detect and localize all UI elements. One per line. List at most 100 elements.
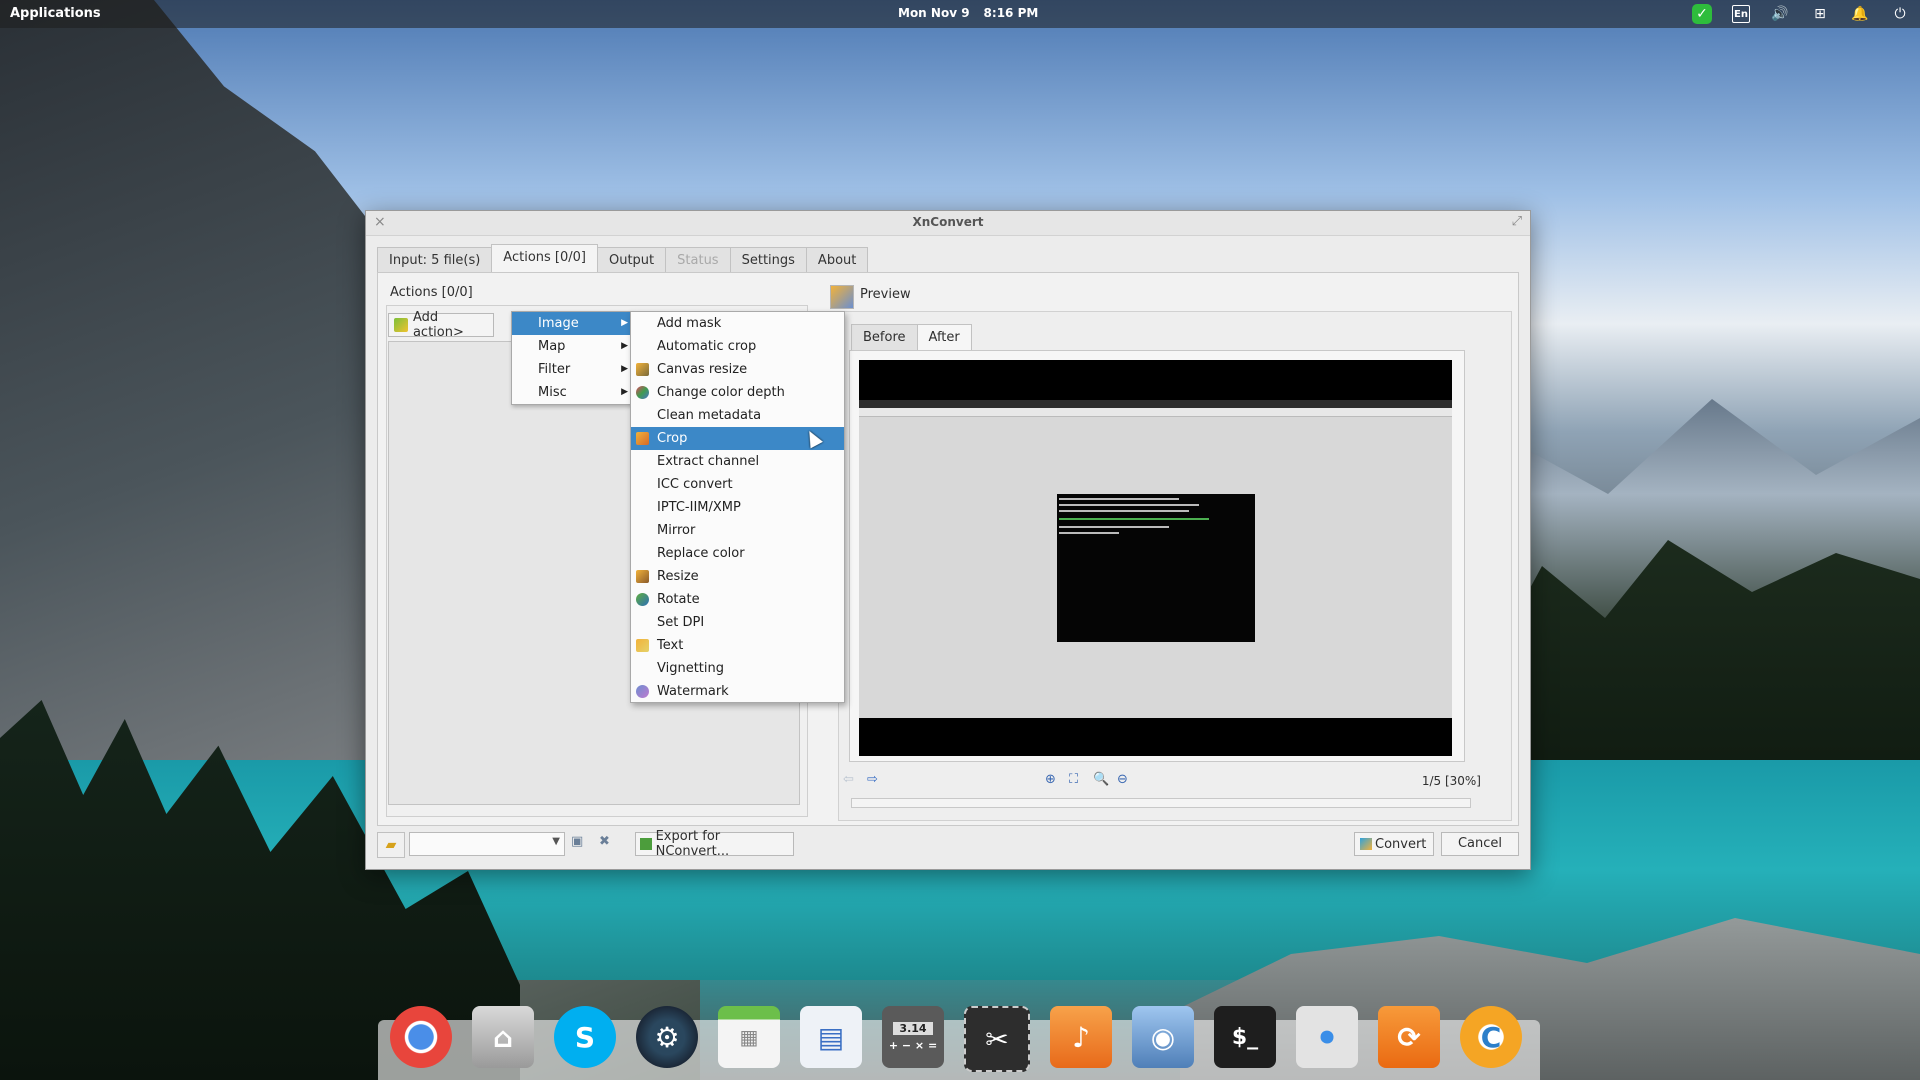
submenu-item-extract-channel[interactable]: Extract channel: [631, 450, 844, 473]
zoom-in-icon[interactable]: ⊕: [1045, 772, 1063, 790]
convert-button[interactable]: Convert: [1354, 832, 1434, 856]
image-submenu: Add mask Automatic crop Canvas resize Ch…: [630, 311, 845, 703]
applications-menu[interactable]: Applications: [10, 6, 101, 21]
calendar-icon[interactable]: ▦: [718, 1006, 780, 1068]
submenu-item-rotate[interactable]: Rotate: [631, 588, 844, 611]
updater-icon[interactable]: ⟳: [1378, 1006, 1440, 1068]
preview-toggle-icon[interactable]: [830, 285, 854, 309]
calculator-keys: + − × =: [888, 1039, 938, 1052]
next-arrow-icon[interactable]: ⇨: [867, 772, 883, 788]
dock-icons: ⌂ S ⚙ ▦ ▤ 3.14 + − × = ✂ ♪ ◉ $_ ⏺ ⟳ C: [390, 1006, 1522, 1072]
tab-after[interactable]: After: [916, 324, 972, 351]
preview-heading: Preview: [860, 287, 911, 302]
delete-preset-icon[interactable]: ✖: [599, 834, 617, 852]
xnconvert-icon[interactable]: C: [1460, 1006, 1522, 1068]
document-viewer-icon[interactable]: ▤: [800, 1006, 862, 1068]
submenu-item-canvas-resize[interactable]: Canvas resize: [631, 358, 844, 381]
cancel-button[interactable]: Cancel: [1441, 832, 1519, 856]
resize-icon: [636, 570, 649, 583]
volume-icon[interactable]: 🔊: [1770, 4, 1790, 24]
tab-actions[interactable]: Actions [0/0]: [491, 244, 598, 274]
tab-before[interactable]: Before: [851, 324, 918, 351]
keyboard-layout-indicator[interactable]: En: [1732, 5, 1750, 23]
text-icon: [636, 639, 649, 652]
open-preset-folder-button[interactable]: ▰: [377, 832, 405, 858]
skype-icon[interactable]: S: [554, 1006, 616, 1068]
clock[interactable]: Mon Nov 9 8:16 PM: [898, 6, 1052, 20]
submenu-item-vignetting[interactable]: Vignetting: [631, 657, 844, 680]
submenu-item-set-dpi[interactable]: Set DPI: [631, 611, 844, 634]
submenu-item-mirror[interactable]: Mirror: [631, 519, 844, 542]
tab-about[interactable]: About: [805, 247, 869, 274]
submenu-item-label: Canvas resize: [657, 362, 748, 377]
submenu-item-resize[interactable]: Resize: [631, 565, 844, 588]
export-nconvert-button[interactable]: Export for NConvert...: [635, 829, 794, 859]
calculator-icon[interactable]: 3.14 + − × =: [882, 1006, 944, 1068]
fit-to-window-icon[interactable]: ⛶: [1069, 772, 1087, 790]
submenu-item-label: Rotate: [657, 592, 700, 607]
submenu-item-text[interactable]: Text: [631, 634, 844, 657]
notification-bell-icon[interactable]: 🔔: [1850, 4, 1870, 24]
submenu-item-label: Clean metadata: [657, 408, 762, 423]
preview-scrollbar[interactable]: [851, 798, 1471, 808]
terminal-icon[interactable]: $_: [1214, 1006, 1276, 1068]
screenshot-icon[interactable]: ✂: [964, 1006, 1030, 1072]
color-depth-icon: [636, 386, 649, 399]
image-viewer-icon[interactable]: ◉: [1132, 1006, 1194, 1068]
menu-item-label: Map: [538, 339, 566, 354]
home-folder-icon[interactable]: ⌂: [472, 1006, 534, 1068]
music-icon[interactable]: ♪: [1050, 1006, 1112, 1068]
tab-settings[interactable]: Settings: [729, 247, 807, 274]
terminal-line: [1059, 526, 1169, 528]
window-title: XnConvert: [912, 215, 984, 229]
preview-screenshot-menubar: [859, 408, 1452, 417]
submenu-arrow-icon: ▶: [621, 387, 628, 397]
toggle-settings-icon[interactable]: ⏺: [1296, 1006, 1358, 1068]
top-panel: Applications Mon Nov 9 8:16 PM ✓ En 🔊 ⊞ 🔔…: [0, 0, 1920, 28]
previous-arrow-icon[interactable]: ⇦: [843, 772, 859, 788]
submenu-item-label: Text: [657, 638, 684, 653]
submenu-item-watermark[interactable]: Watermark: [631, 680, 844, 703]
submenu-item-label: Crop: [657, 431, 688, 446]
submenu-item-replace-color[interactable]: Replace color: [631, 542, 844, 565]
export-nconvert-label: Export for NConvert...: [655, 829, 730, 859]
power-icon[interactable]: ⏻: [1890, 4, 1910, 24]
zoom-out-icon[interactable]: ⊖: [1117, 772, 1135, 790]
menu-item-image[interactable]: Image ▶: [512, 312, 632, 335]
submenu-arrow-icon: ▶: [621, 318, 628, 328]
submenu-item-label: Change color depth: [657, 385, 785, 400]
preset-select[interactable]: ▼: [409, 832, 565, 856]
export-icon: [640, 838, 652, 850]
submenu-item-change-color-depth[interactable]: Change color depth: [631, 381, 844, 404]
watermark-icon: [636, 685, 649, 698]
zoom-actual-icon[interactable]: 🔍: [1093, 772, 1111, 790]
actions-heading: Actions [0/0]: [390, 285, 473, 300]
security-shield-icon[interactable]: ✓: [1692, 4, 1712, 24]
submenu-item-add-mask[interactable]: Add mask: [631, 312, 844, 335]
menu-item-map[interactable]: Map ▶: [512, 335, 632, 358]
tab-input[interactable]: Input: 5 file(s): [377, 247, 493, 274]
menu-item-filter[interactable]: Filter ▶: [512, 358, 632, 381]
maximize-icon[interactable]: ⤢: [1512, 214, 1522, 229]
submenu-item-icc-convert[interactable]: ICC convert: [631, 473, 844, 496]
submenu-item-label: Automatic crop: [657, 339, 757, 354]
tab-output[interactable]: Output: [596, 247, 667, 274]
submenu-item-automatic-crop[interactable]: Automatic crop: [631, 335, 844, 358]
submenu-item-label: Add mask: [657, 316, 722, 331]
submenu-item-clean-metadata[interactable]: Clean metadata: [631, 404, 844, 427]
window-titlebar[interactable]: × XnConvert ⤢: [366, 211, 1530, 236]
main-tabs: Input: 5 file(s) Actions [0/0] Output St…: [377, 244, 869, 274]
network-icon[interactable]: ⊞: [1810, 4, 1830, 24]
save-preset-icon[interactable]: ▣: [571, 834, 589, 852]
steam-icon[interactable]: ⚙: [636, 1006, 698, 1068]
submenu-item-iptc-xmp[interactable]: IPTC-IIM/XMP: [631, 496, 844, 519]
menu-item-misc[interactable]: Misc ▶: [512, 381, 632, 404]
preview-tabs: Before After: [851, 324, 972, 351]
submenu-item-label: Replace color: [657, 546, 745, 561]
add-action-button[interactable]: Add action>: [388, 310, 494, 340]
chrome-icon[interactable]: [390, 1006, 452, 1068]
terminal-prompt: $_: [1231, 1024, 1259, 1050]
preview-image: [859, 360, 1452, 756]
preview-page-info: 1/5 [30%]: [1421, 774, 1481, 788]
system-tray: ✓ En 🔊 ⊞ 🔔 ⏻: [1692, 4, 1910, 24]
